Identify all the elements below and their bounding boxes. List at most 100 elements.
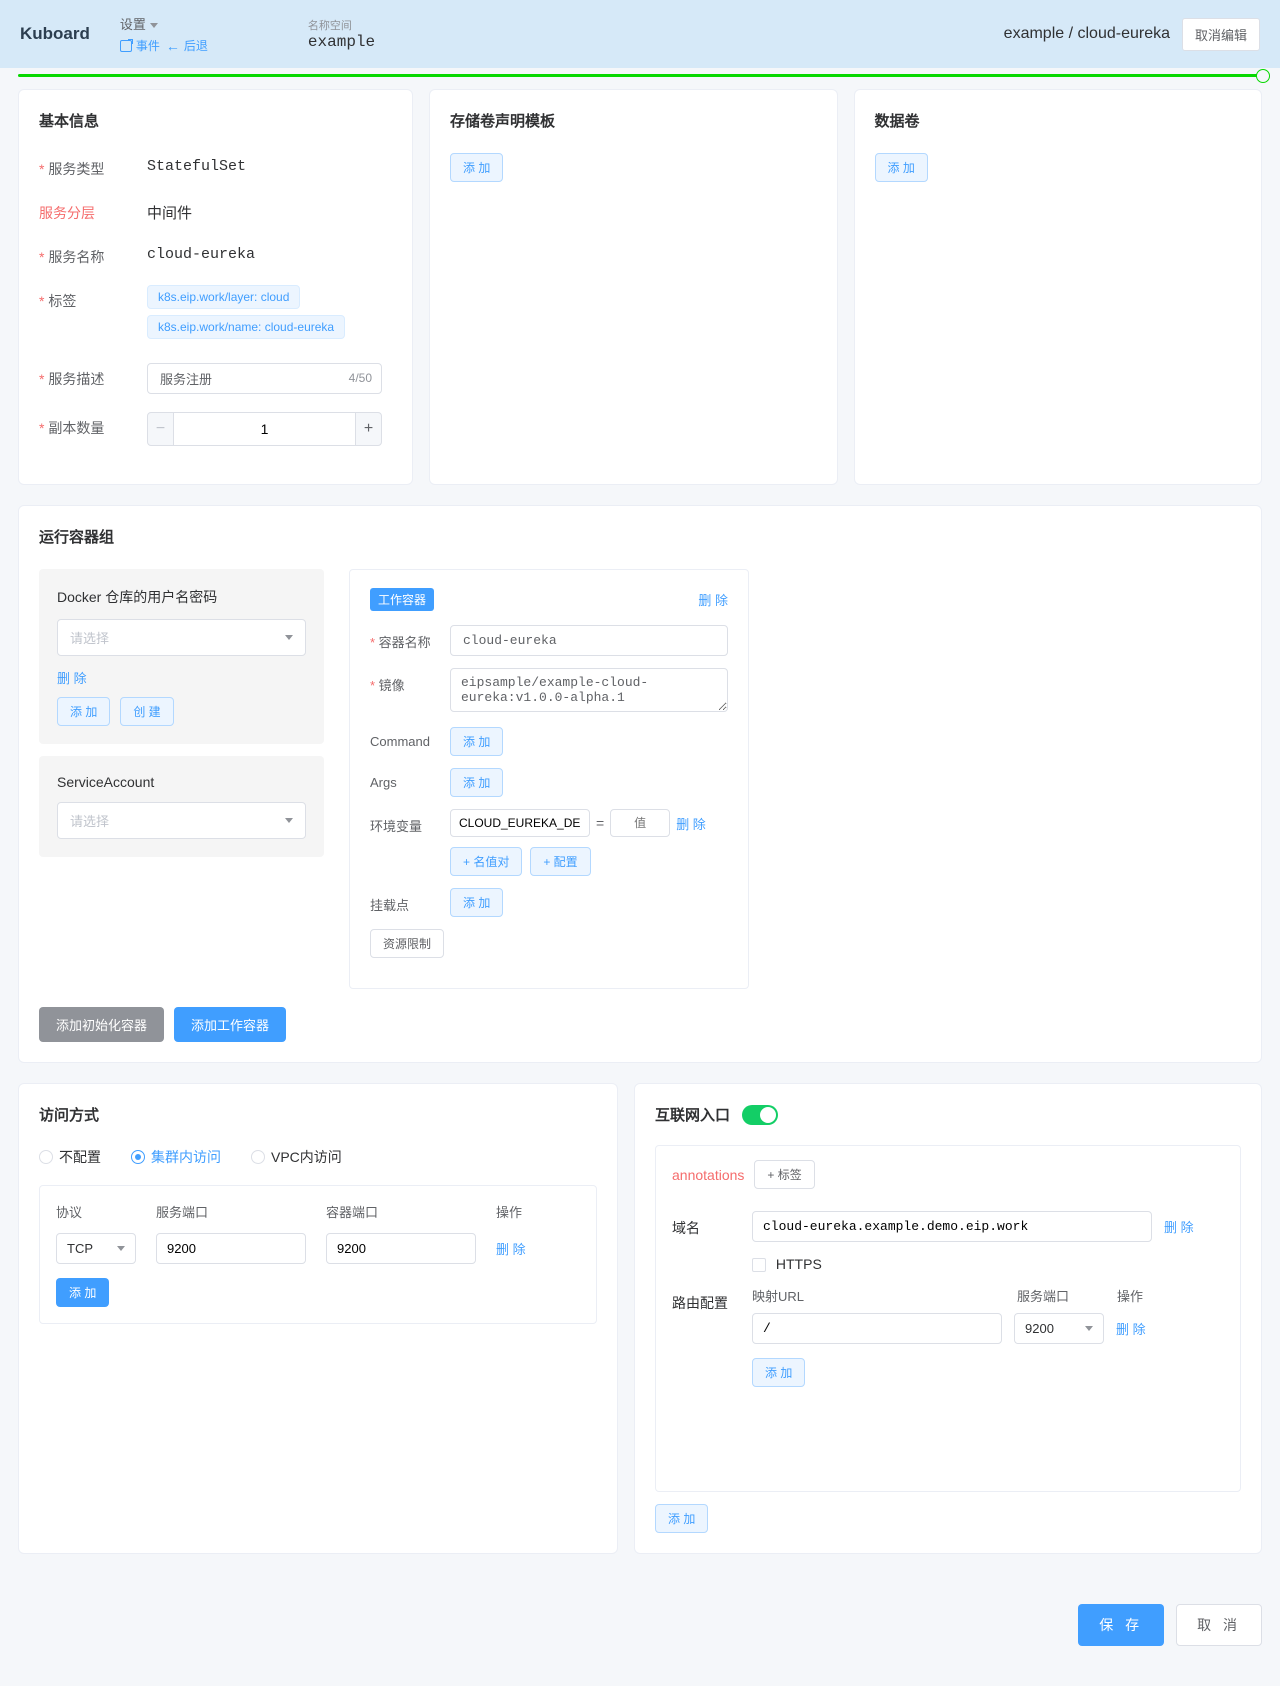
docker-delete-link[interactable]: 删 除 <box>57 668 87 687</box>
radio-vpc-internal[interactable]: VPC内访问 <box>251 1147 342 1167</box>
route-header-action: 操作 <box>1117 1286 1224 1305</box>
env-key-input[interactable] <box>450 809 590 837</box>
basic-info-card: 基本信息 服务类型 StatefulSet 服务分层 中间件 服务名称 clou… <box>18 89 413 485</box>
domain-label: 域名 <box>672 1211 752 1272</box>
replicas-decrement[interactable]: − <box>147 412 174 446</box>
chevron-down-icon <box>150 23 158 28</box>
args-label: Args <box>370 768 450 790</box>
route-label: 路由配置 <box>672 1286 752 1387</box>
volume-card: 数据卷 添 加 <box>854 89 1263 485</box>
container-port-input[interactable] <box>326 1233 476 1264</box>
replicas-input[interactable] <box>174 412 355 446</box>
footer-actions: 保 存 取 消 <box>0 1604 1280 1686</box>
radio-cluster-internal[interactable]: 集群内访问 <box>131 1147 221 1167</box>
container-badge: 工作容器 <box>370 588 434 611</box>
route-delete-link[interactable]: 删 除 <box>1116 1319 1146 1338</box>
docker-create-button[interactable]: 创 建 <box>120 697 173 726</box>
route-url-input[interactable] <box>752 1313 1002 1344</box>
route-header-url: 映射URL <box>752 1286 1017 1305</box>
container-detail-box: 工作容器 删 除 容器名称 镜像 eipsample/example-cloud… <box>349 569 749 989</box>
volume-add-button[interactable]: 添 加 <box>875 153 928 182</box>
desc-input[interactable] <box>147 363 382 394</box>
back-arrow-icon: ← <box>166 38 180 54</box>
cancel-edit-button[interactable]: 取消编辑 <box>1182 18 1260 51</box>
port-header-container: 容器端口 <box>326 1202 496 1221</box>
service-type-value: StatefulSet <box>147 153 392 175</box>
route-port-select[interactable]: 9200 <box>1014 1313 1104 1344</box>
chevron-down-icon <box>285 635 293 640</box>
event-icon <box>120 40 132 52</box>
replicas-label: 副本数量 <box>39 412 147 438</box>
header-middle: 设置 事件 ← 后退 <box>120 14 208 54</box>
resource-limit-button[interactable]: 资源限制 <box>370 929 444 958</box>
docker-secret-select[interactable]: 请选择 <box>57 619 306 656</box>
docker-add-button[interactable]: 添 加 <box>57 697 110 726</box>
env-add-kv-button[interactable]: + 名值对 <box>450 847 522 876</box>
route-add-button[interactable]: 添 加 <box>752 1358 805 1387</box>
annotations-label: annotations <box>672 1167 744 1183</box>
port-delete-link[interactable]: 删 除 <box>496 1239 526 1258</box>
command-label: Command <box>370 727 450 749</box>
env-label: 环境变量 <box>370 809 450 835</box>
image-input[interactable]: eipsample/example-cloud-eureka:v1.0.0-al… <box>450 668 728 712</box>
service-port-input[interactable] <box>156 1233 306 1264</box>
add-init-container-button[interactable]: 添加初始化容器 <box>39 1007 164 1042</box>
equals-sign: = <box>596 815 604 831</box>
settings-dropdown[interactable]: 设置 <box>120 14 158 33</box>
add-annotation-button[interactable]: + 标签 <box>754 1160 814 1189</box>
service-type-label: 服务类型 <box>39 153 147 179</box>
labels-label: 标签 <box>39 285 147 311</box>
basic-info-title: 基本信息 <box>39 110 392 131</box>
add-work-container-button[interactable]: 添加工作容器 <box>174 1007 286 1042</box>
storage-card: 存储卷声明模板 添 加 <box>429 89 838 485</box>
domain-delete-link[interactable]: 删 除 <box>1164 1217 1194 1236</box>
docker-secret-title: Docker 仓库的用户名密码 <box>57 587 306 607</box>
events-link[interactable]: 事件 <box>120 37 160 54</box>
containers-card: 运行容器组 Docker 仓库的用户名密码 请选择 删 除 添 加 创 建 <box>18 505 1262 1063</box>
service-layer-value: 中间件 <box>147 197 392 223</box>
access-title: 访问方式 <box>39 1104 597 1125</box>
domain-input[interactable] <box>752 1211 1152 1242</box>
chevron-down-icon <box>285 818 293 823</box>
protocol-select[interactable]: TCP <box>56 1233 136 1264</box>
port-header-protocol: 协议 <box>56 1202 156 1221</box>
service-layer-label: 服务分层 <box>39 197 147 223</box>
env-value-input[interactable] <box>610 809 670 837</box>
container-name-input[interactable] <box>450 625 728 656</box>
service-name-label: 服务名称 <box>39 241 147 267</box>
namespace-label: 名称空间 <box>308 17 375 33</box>
https-checkbox[interactable] <box>752 1258 766 1272</box>
containers-title: 运行容器组 <box>39 526 1241 547</box>
container-name-label: 容器名称 <box>370 625 450 651</box>
save-button[interactable]: 保 存 <box>1078 1604 1164 1646</box>
breadcrumb: example / cloud-eureka <box>1004 25 1170 43</box>
env-delete-link[interactable]: 删 除 <box>676 814 706 833</box>
radio-no-config[interactable]: 不配置 <box>39 1147 101 1167</box>
port-header-action: 操作 <box>496 1202 580 1221</box>
back-link[interactable]: ← 后退 <box>166 37 208 54</box>
storage-add-button[interactable]: 添 加 <box>450 153 503 182</box>
label-tag[interactable]: k8s.eip.work/name: cloud-eureka <box>147 315 345 339</box>
label-tag[interactable]: k8s.eip.work/layer: cloud <box>147 285 300 309</box>
replicas-increment[interactable]: + <box>355 412 382 446</box>
docker-secret-box: Docker 仓库的用户名密码 请选择 删 除 添 加 创 建 <box>39 569 324 744</box>
mount-add-button[interactable]: 添 加 <box>450 888 503 917</box>
service-account-box: ServiceAccount 请选择 <box>39 756 324 857</box>
progress-bar: ✓ <box>18 74 1262 77</box>
cancel-button[interactable]: 取 消 <box>1176 1604 1262 1646</box>
env-add-cfg-button[interactable]: + 配置 <box>530 847 590 876</box>
ingress-card: 互联网入口 annotations + 标签 域名 删 除 <box>634 1083 1262 1554</box>
desc-count: 4/50 <box>349 371 372 385</box>
desc-label: 服务描述 <box>39 363 147 389</box>
args-add-button[interactable]: 添 加 <box>450 768 503 797</box>
command-add-button[interactable]: 添 加 <box>450 727 503 756</box>
port-add-button[interactable]: 添 加 <box>56 1278 109 1307</box>
https-label: HTTPS <box>776 1256 822 1272</box>
container-delete-link[interactable]: 删 除 <box>698 590 728 609</box>
volume-title: 数据卷 <box>875 110 1242 131</box>
ingress-add-button[interactable]: 添 加 <box>655 1504 708 1533</box>
port-header-svc: 服务端口 <box>156 1202 326 1221</box>
check-icon: ✓ <box>1259 72 1267 83</box>
sa-select[interactable]: 请选择 <box>57 802 306 839</box>
ingress-switch[interactable] <box>742 1105 778 1125</box>
